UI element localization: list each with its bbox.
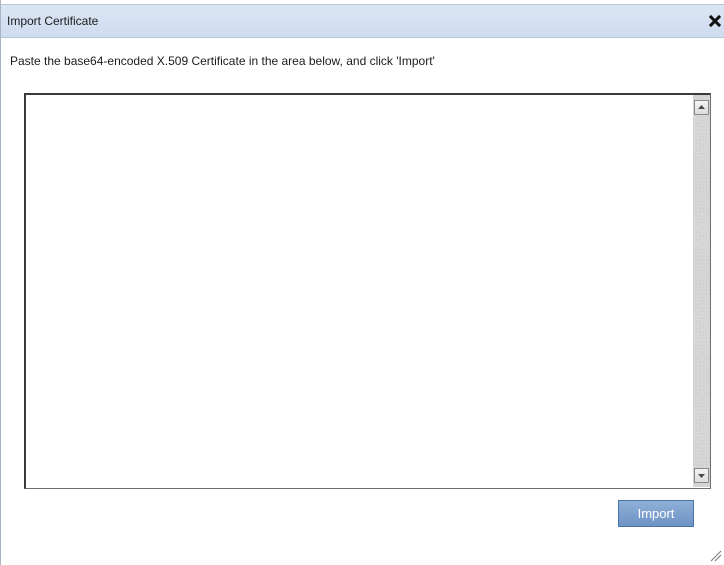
- arrow-down-icon[interactable]: [694, 468, 709, 483]
- close-icon[interactable]: [705, 11, 724, 31]
- dialog-titlebar[interactable]: Import Certificate: [1, 4, 724, 38]
- certificate-textarea-container: [24, 93, 711, 489]
- certificate-textarea[interactable]: [26, 95, 692, 487]
- vertical-scrollbar[interactable]: [693, 95, 710, 487]
- arrow-up-icon[interactable]: [694, 100, 709, 115]
- import-button[interactable]: Import: [618, 500, 694, 527]
- instructions-text: Paste the base64-encoded X.509 Certifica…: [10, 54, 435, 68]
- dialog-title: Import Certificate: [7, 14, 99, 28]
- resize-grip-icon[interactable]: [705, 545, 723, 563]
- import-certificate-dialog: Import Certificate Paste the base64-enco…: [0, 0, 724, 565]
